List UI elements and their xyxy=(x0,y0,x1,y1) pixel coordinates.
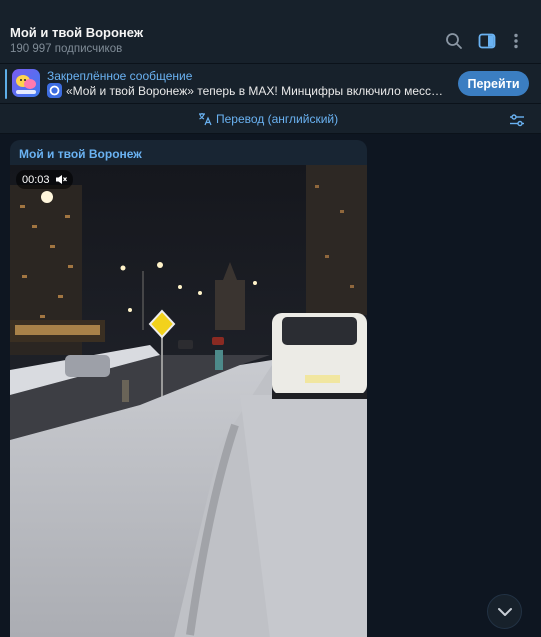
translate-icon xyxy=(199,113,212,126)
pinned-label: Закреплённое сообщение xyxy=(47,69,193,83)
subscriber-count: 190 997 подписчиков xyxy=(10,43,123,55)
pinned-text: «Мой и твой Воронеж» теперь в MAX! Минци… xyxy=(66,84,446,98)
pinned-indicator xyxy=(5,69,7,99)
muted-speaker-icon[interactable] xyxy=(55,174,67,185)
video-player[interactable]: 00:03 xyxy=(10,165,367,637)
window-top-strip xyxy=(0,0,541,18)
more-vertical-icon[interactable] xyxy=(506,31,526,51)
max-app-icon xyxy=(47,83,62,98)
translate-bar: Перевод (английский) xyxy=(0,104,541,134)
video-duration-badge[interactable]: 00:03 xyxy=(16,170,73,189)
filter-settings-icon[interactable] xyxy=(508,111,526,129)
pinned-thumbnail xyxy=(12,69,40,97)
sidebar-toggle-icon[interactable] xyxy=(477,31,497,51)
video-frame xyxy=(10,165,367,637)
chat-header: Мой и твой Воронеж 190 997 подписчиков xyxy=(0,18,541,64)
message-author[interactable]: Мой и твой Воронеж xyxy=(19,147,142,161)
scroll-down-button[interactable] xyxy=(487,594,522,629)
search-icon[interactable] xyxy=(444,31,464,51)
go-button[interactable]: Перейти xyxy=(458,71,529,96)
translate-label: Перевод (английский) xyxy=(216,112,339,126)
channel-title[interactable]: Мой и твой Воронеж xyxy=(10,25,143,40)
chat-bubbles-image xyxy=(16,75,36,94)
chevron-down-icon xyxy=(497,607,512,616)
pinned-message-bar[interactable]: Закреплённое сообщение «Мой и твой Ворон… xyxy=(0,64,541,104)
video-duration: 00:03 xyxy=(22,173,50,186)
translate-link[interactable]: Перевод (английский) xyxy=(198,112,338,126)
message-bubble: Мой и твой Воронеж 00:03 xyxy=(10,140,367,637)
